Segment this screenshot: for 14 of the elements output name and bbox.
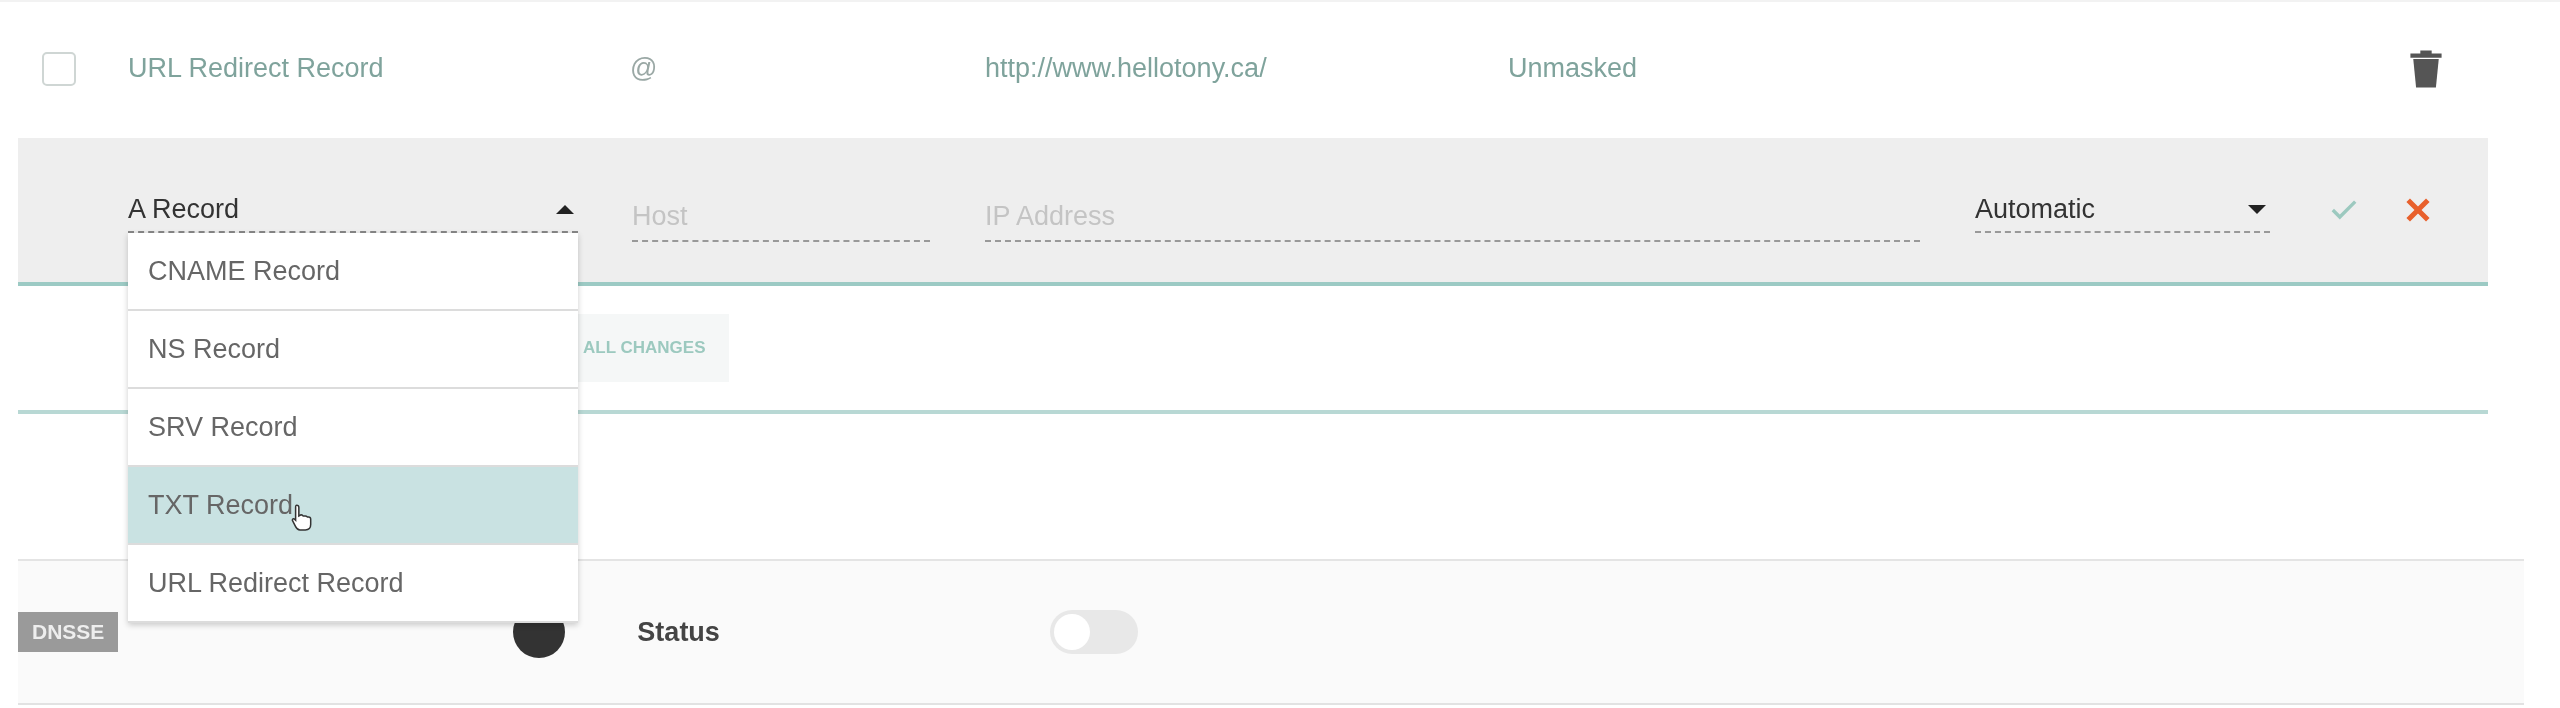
check-icon[interactable] (2330, 198, 2358, 222)
close-icon[interactable] (2404, 196, 2432, 224)
record-host: @ (630, 53, 659, 84)
hand-cursor-icon (290, 503, 312, 531)
checkbox[interactable] (42, 51, 76, 86)
dropdown-option[interactable]: CNAME Record (128, 233, 578, 311)
record-value: http://www.hellotony.ca/ (985, 53, 1268, 84)
trash-icon[interactable] (2409, 48, 2443, 89)
ttl-select[interactable]: Automatic (1975, 187, 2270, 233)
record-type: URL Redirect Record (128, 53, 385, 84)
record-mode: Unmasked (1508, 53, 1639, 84)
status-label: Status (637, 616, 720, 648)
dnssec-tag: DNSSE (18, 612, 119, 652)
dropdown-option[interactable]: TXT Record (128, 467, 578, 545)
